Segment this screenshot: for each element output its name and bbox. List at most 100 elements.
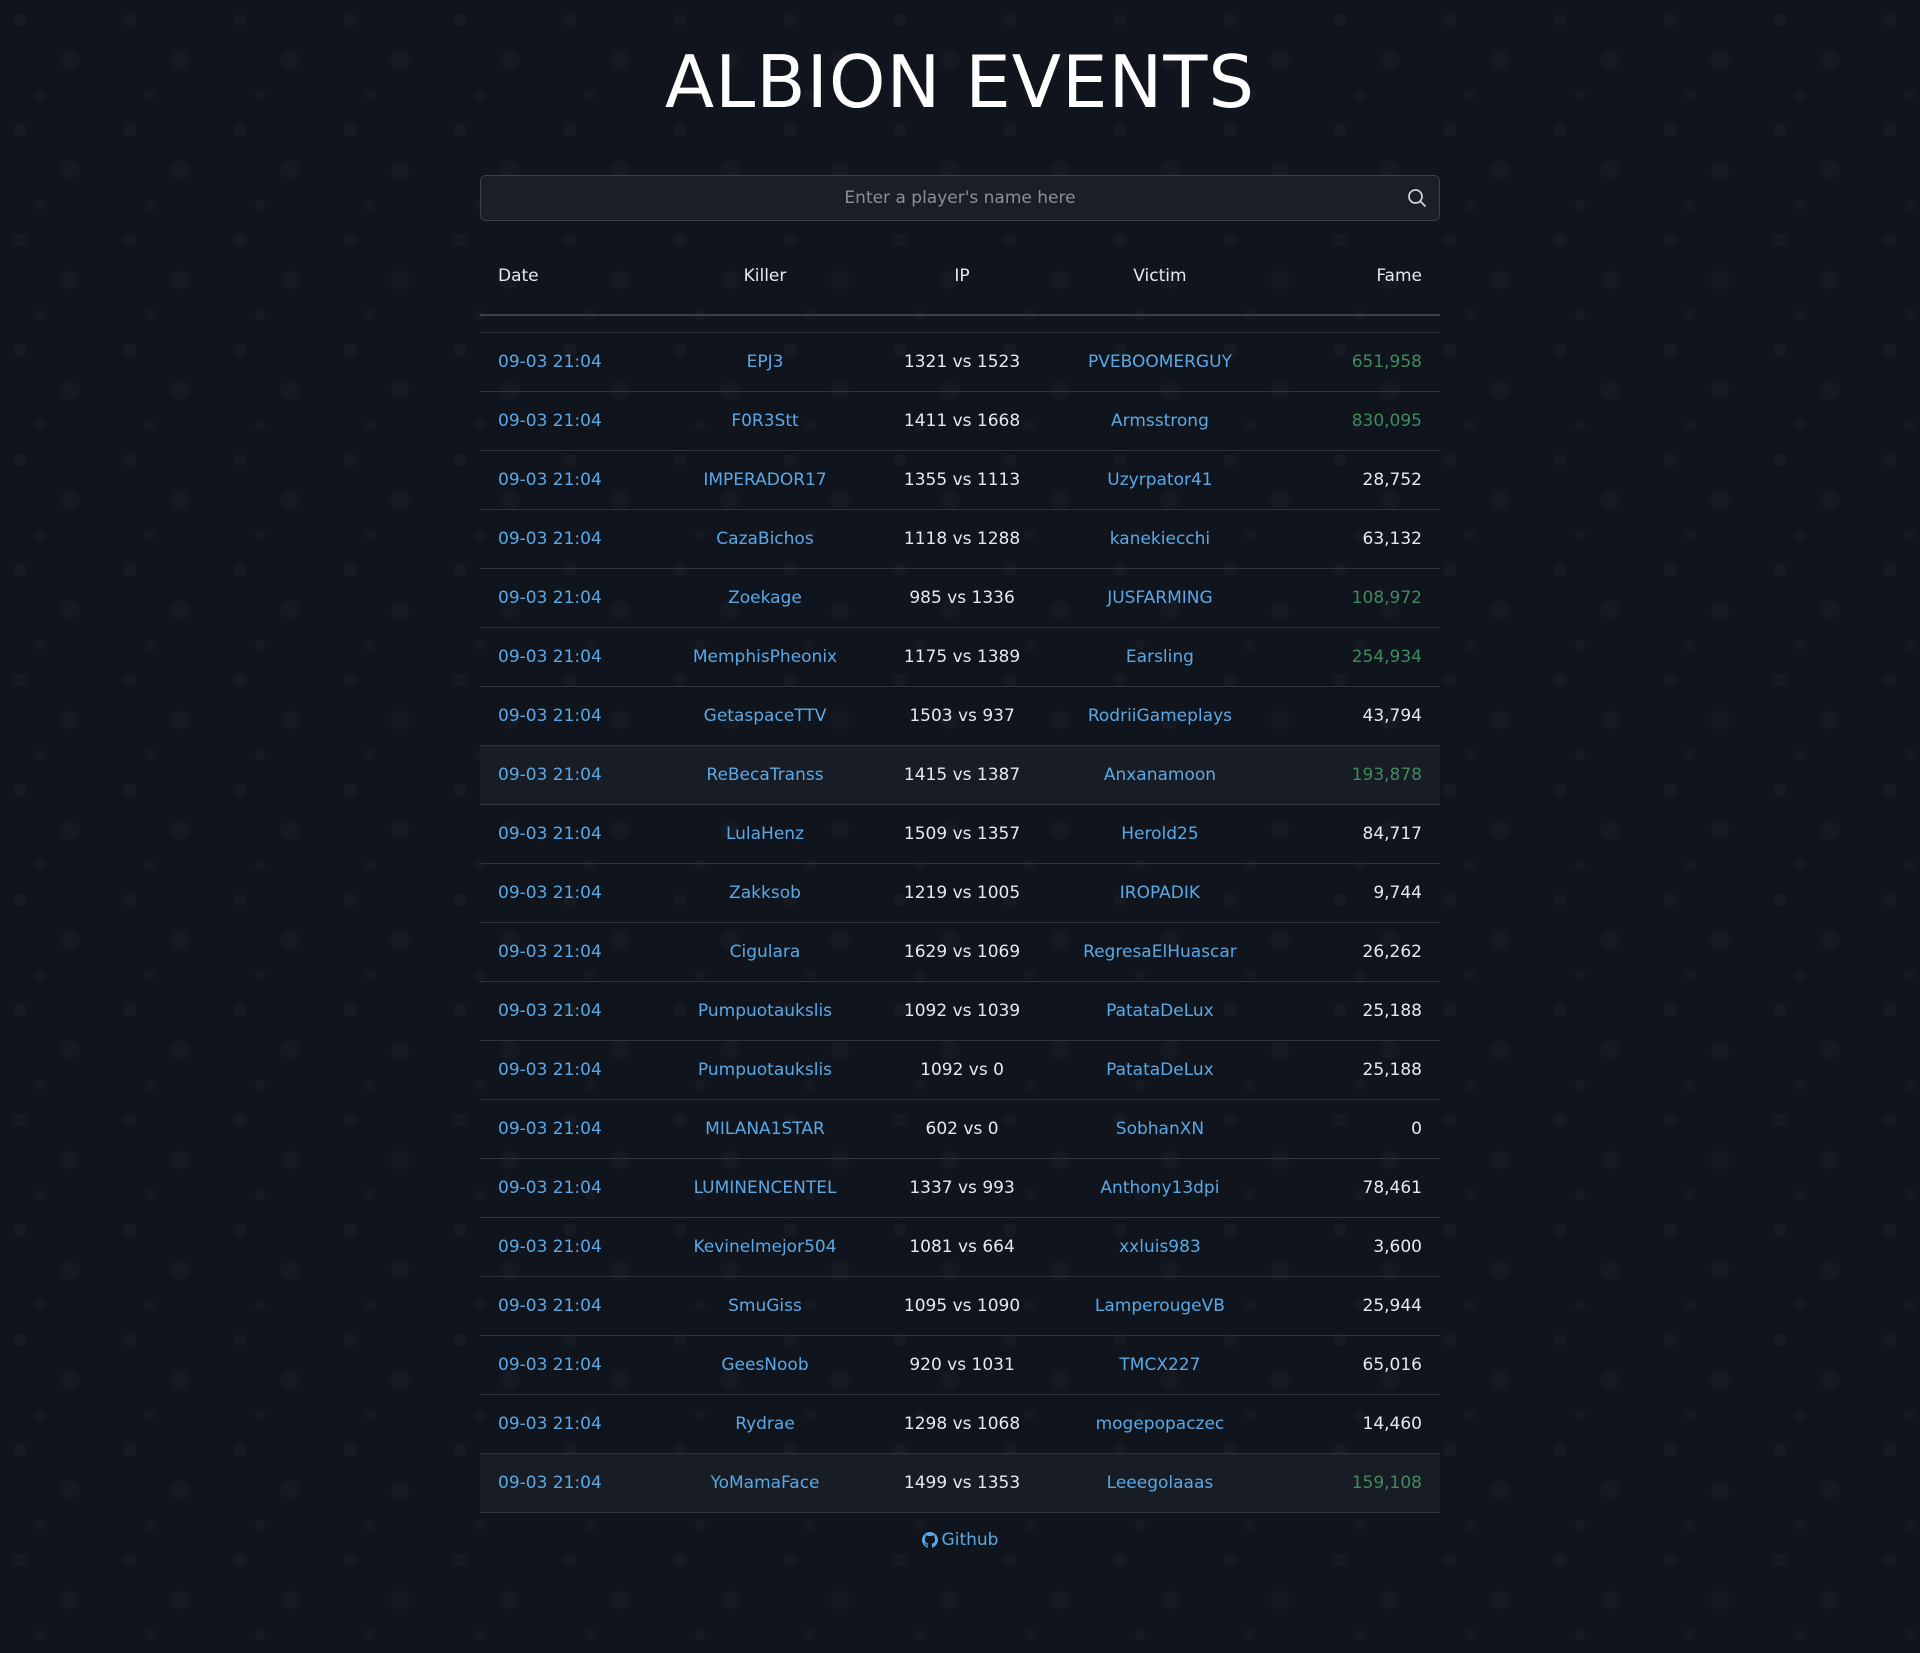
ip-cell: 1118 vs 1288 bbox=[871, 509, 1053, 569]
victim-link[interactable]: Herold25 bbox=[1052, 804, 1268, 864]
search-input[interactable] bbox=[510, 176, 1410, 220]
victim-link[interactable]: TMCX227 bbox=[1052, 1335, 1268, 1395]
date-cell[interactable]: 09-03 21:04 bbox=[480, 509, 659, 569]
victim-link[interactable]: xxluis983 bbox=[1052, 1217, 1268, 1277]
date-cell[interactable]: 09-03 21:04 bbox=[480, 332, 659, 392]
ip-cell: 1219 vs 1005 bbox=[871, 863, 1053, 923]
table-body: 09-03 21:04 EPJ3 1321 vs 1523 PVEBOOMERGUY 6… bbox=[480, 315, 1440, 1513]
date-cell[interactable]: 09-03 21:04 bbox=[480, 1394, 659, 1454]
date-cell[interactable]: 09-03 21:04 bbox=[480, 627, 659, 687]
ip-cell: 1095 vs 1090 bbox=[871, 1276, 1053, 1336]
victim-link[interactable]: SobhanXN bbox=[1052, 1099, 1268, 1159]
date-cell[interactable]: 09-03 21:04 bbox=[480, 1453, 659, 1513]
date-cell[interactable]: 09-03 21:04 bbox=[480, 1158, 659, 1218]
date-cell[interactable]: 09-03 21:04 bbox=[480, 1276, 659, 1336]
victim-link[interactable]: Uzyrpator41 bbox=[1052, 450, 1268, 510]
date-cell[interactable]: 09-03 21:04 bbox=[480, 1217, 659, 1277]
table-row: 09-03 21:04 IMPERADOR17 1355 vs 1113 Uzyrpa… bbox=[480, 450, 1440, 510]
killer-link[interactable]: IMPERADOR17 bbox=[658, 450, 872, 510]
table-row: 09-03 21:04 GeesNoob 920 vs 1031 TMCX227 65,… bbox=[480, 1335, 1440, 1395]
killer-link[interactable]: CazaBichos bbox=[658, 509, 872, 569]
date-cell[interactable]: 09-03 21:04 bbox=[480, 745, 659, 805]
fame-cell: 651,958 bbox=[1267, 332, 1440, 392]
killer-link[interactable]: LulaHenz bbox=[658, 804, 872, 864]
table-row: 09-03 21:04 Pumpuotaukslis 1092 vs 0 Patata… bbox=[480, 1040, 1440, 1100]
killer-link[interactable]: ReBecaTranss bbox=[658, 745, 872, 805]
search-bar bbox=[480, 175, 1440, 221]
fame-cell: 25,944 bbox=[1267, 1276, 1440, 1336]
victim-link[interactable]: PatataDeLux bbox=[1052, 981, 1268, 1041]
fame-cell: 63,132 bbox=[1267, 509, 1440, 569]
ip-cell: 1411 vs 1668 bbox=[871, 391, 1053, 451]
ip-cell: 1503 vs 937 bbox=[871, 686, 1053, 746]
victim-link[interactable]: Earsling bbox=[1052, 627, 1268, 687]
date-cell[interactable]: 09-03 21:04 bbox=[480, 1335, 659, 1395]
date-cell[interactable]: 09-03 21:04 bbox=[480, 863, 659, 923]
fame-cell: 159,108 bbox=[1267, 1453, 1440, 1513]
header-killer: Killer bbox=[658, 238, 872, 316]
victim-link[interactable]: mogepopaczec bbox=[1052, 1394, 1268, 1454]
killer-link[interactable]: Zoekage bbox=[658, 568, 872, 628]
killer-link[interactable]: MILANA1STAR bbox=[658, 1099, 872, 1159]
victim-link[interactable]: Anthony13dpi bbox=[1052, 1158, 1268, 1218]
date-cell[interactable]: 09-03 21:04 bbox=[480, 804, 659, 864]
github-link-label[interactable]: Github bbox=[942, 1530, 999, 1550]
date-cell[interactable]: 09-03 21:04 bbox=[480, 568, 659, 628]
table-row: 09-03 21:04 ReBecaTranss 1415 vs 1387 Anxan… bbox=[480, 745, 1440, 805]
ip-cell: 602 vs 0 bbox=[871, 1099, 1053, 1159]
header-fame: Fame bbox=[1267, 238, 1440, 316]
date-cell[interactable]: 09-03 21:04 bbox=[480, 450, 659, 510]
date-cell[interactable]: 09-03 21:04 bbox=[480, 1040, 659, 1100]
table-row: 09-03 21:04 MILANA1STAR 602 vs 0 SobhanXN 0 bbox=[480, 1099, 1440, 1159]
killer-link[interactable]: YoMamaFace bbox=[658, 1453, 872, 1513]
victim-link[interactable]: LamperougeVB bbox=[1052, 1276, 1268, 1336]
fame-cell: 25,188 bbox=[1267, 981, 1440, 1041]
killer-link[interactable]: LUMINENCENTEL bbox=[658, 1158, 872, 1218]
victim-link[interactable]: PVEBOOMERGUY bbox=[1052, 332, 1268, 392]
date-cell[interactable]: 09-03 21:04 bbox=[480, 922, 659, 982]
killer-link[interactable]: Rydrae bbox=[658, 1394, 872, 1454]
date-cell[interactable]: 09-03 21:04 bbox=[480, 391, 659, 451]
table-row: 09-03 21:04 Zakksob 1219 vs 1005 IROPADIK 9,… bbox=[480, 863, 1440, 923]
victim-link[interactable]: RegresaElHuascar bbox=[1052, 922, 1268, 982]
ip-cell: 1321 vs 1523 bbox=[871, 332, 1053, 392]
table-row: 09-03 21:04 SmuGiss 1095 vs 1090 Lamperouge… bbox=[480, 1276, 1440, 1336]
killer-link[interactable]: Pumpuotaukslis bbox=[658, 981, 872, 1041]
killer-link[interactable]: GeesNoob bbox=[658, 1335, 872, 1395]
killer-link[interactable]: GetaspaceTTV bbox=[658, 686, 872, 746]
killer-link[interactable]: Cigulara bbox=[658, 922, 872, 982]
fame-cell: 65,016 bbox=[1267, 1335, 1440, 1395]
victim-link[interactable]: Leeegolaaas bbox=[1052, 1453, 1268, 1513]
table-row: 09-03 21:04 MemphisPheonix 1175 vs 1389 Ear… bbox=[480, 627, 1440, 687]
victim-link[interactable]: JUSFARMING bbox=[1052, 568, 1268, 628]
killer-link[interactable]: MemphisPheonix bbox=[658, 627, 872, 687]
search-icon[interactable] bbox=[1407, 188, 1427, 208]
killer-link[interactable]: SmuGiss bbox=[658, 1276, 872, 1336]
killer-link[interactable]: EPJ3 bbox=[658, 332, 872, 392]
date-cell[interactable]: 09-03 21:04 bbox=[480, 981, 659, 1041]
killer-link[interactable]: Pumpuotaukslis bbox=[658, 1040, 872, 1100]
victim-link[interactable]: RodriiGameplays bbox=[1052, 686, 1268, 746]
github-link[interactable]: Github bbox=[921, 1530, 999, 1550]
table-row: 09-03 21:04 CazaBichos 1118 vs 1288 kanekie… bbox=[480, 509, 1440, 569]
killer-link[interactable]: Kevinelmejor504 bbox=[658, 1217, 872, 1277]
fame-cell: 830,095 bbox=[1267, 391, 1440, 451]
victim-link[interactable]: PatataDeLux bbox=[1052, 1040, 1268, 1100]
killer-link[interactable]: F0R3Stt bbox=[658, 391, 872, 451]
victim-link[interactable]: kanekiecchi bbox=[1052, 509, 1268, 569]
fame-cell: 43,794 bbox=[1267, 686, 1440, 746]
table-row: 09-03 21:04 LulaHenz 1509 vs 1357 Herold25 8… bbox=[480, 804, 1440, 864]
ip-cell: 920 vs 1031 bbox=[871, 1335, 1053, 1395]
table-row: 09-03 21:04 F0R3Stt 1411 vs 1668 Armsstrong… bbox=[480, 391, 1440, 451]
ip-cell: 1355 vs 1113 bbox=[871, 450, 1053, 510]
victim-link[interactable]: IROPADIK bbox=[1052, 863, 1268, 923]
date-cell[interactable]: 09-03 21:04 bbox=[480, 686, 659, 746]
victim-link[interactable]: Armsstrong bbox=[1052, 391, 1268, 451]
github-icon bbox=[921, 1532, 938, 1548]
killer-link[interactable]: Zakksob bbox=[658, 863, 872, 923]
date-cell[interactable]: 09-03 21:04 bbox=[480, 1099, 659, 1159]
fame-cell: 193,878 bbox=[1267, 745, 1440, 805]
victim-link[interactable]: Anxanamoon bbox=[1052, 745, 1268, 805]
table-spacer-row bbox=[480, 315, 1440, 333]
fame-cell: 78,461 bbox=[1267, 1158, 1440, 1218]
